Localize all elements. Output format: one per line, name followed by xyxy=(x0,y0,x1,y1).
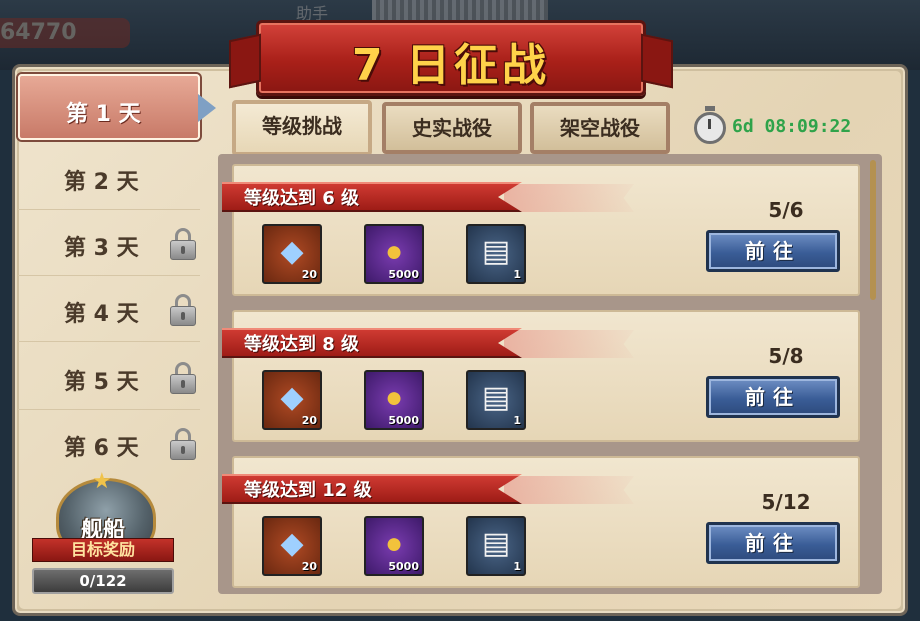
document-icon: ▤ xyxy=(481,381,511,414)
diamond-icon: ◆ xyxy=(280,235,304,268)
tab-historical-campaign[interactable]: 史实战役 xyxy=(382,102,522,154)
day-label: 第 4 天 xyxy=(64,302,139,327)
ship-reward-subtitle: 目标奖励 xyxy=(32,538,174,562)
task-title: 等级达到 8 级 xyxy=(222,328,522,358)
reward-count: 5000 xyxy=(388,414,419,427)
day-label: 第 3 天 xyxy=(64,236,139,261)
diamond-icon: ◆ xyxy=(280,381,304,414)
star-icon: ★ xyxy=(92,468,112,493)
timer-text: 6d 08:09:22 xyxy=(732,116,852,137)
reward-count: 5000 xyxy=(388,560,419,573)
reward-item[interactable]: ▤ 1 xyxy=(466,370,526,430)
arrow-right-icon xyxy=(198,94,216,122)
reward-item[interactable]: ◆ 20 xyxy=(262,370,322,430)
reward-item[interactable]: ● 5000 xyxy=(364,224,424,284)
day-tab-2[interactable]: 第 2 天 xyxy=(18,144,200,210)
ribbon-decoration xyxy=(504,330,634,358)
reward-item[interactable]: ▤ 1 xyxy=(466,516,526,576)
reward-count: 20 xyxy=(301,268,317,281)
gold-coins-icon: ● xyxy=(384,235,404,268)
diamond-icon: ◆ xyxy=(280,527,304,560)
lock-icon xyxy=(170,294,196,326)
reward-count: 20 xyxy=(301,414,317,427)
background-score: 64770 xyxy=(0,18,130,48)
countdown-timer: 6d 08:09:22 xyxy=(694,106,864,146)
day-tab-6[interactable]: 第 6 天 xyxy=(18,410,200,476)
day-tab-3[interactable]: 第 3 天 xyxy=(18,210,200,276)
reward-item[interactable]: ◆ 20 xyxy=(262,516,322,576)
reward-item[interactable]: ● 5000 xyxy=(364,516,424,576)
gold-coins-icon: ● xyxy=(384,381,404,414)
day-tab-1[interactable]: 第 1 天 xyxy=(18,74,216,140)
reward-item[interactable]: ● 5000 xyxy=(364,370,424,430)
lock-icon xyxy=(170,228,196,260)
tab-level-challenge[interactable]: 等级挑战 xyxy=(232,100,372,156)
task-list[interactable]: 等级达到 6 级 ◆ 20 ● 5000 ▤ 1 5/6 前往 等级达到 8 级… xyxy=(218,154,882,594)
ship-reward-button[interactable]: ★ 舰船 目标奖励 0/122 xyxy=(28,468,178,596)
go-button[interactable]: 前往 xyxy=(706,230,840,272)
task-progress: 5/8 xyxy=(768,344,804,368)
reward-count: 1 xyxy=(513,268,521,281)
reward-count: 1 xyxy=(513,560,521,573)
reward-item[interactable]: ▤ 1 xyxy=(466,224,526,284)
document-icon: ▤ xyxy=(481,235,511,268)
reward-count: 1 xyxy=(513,414,521,427)
lock-icon xyxy=(170,362,196,394)
reward-count: 5000 xyxy=(388,268,419,281)
ribbon-decoration xyxy=(504,184,634,212)
gold-coins-icon: ● xyxy=(384,527,404,560)
title-banner: 7 日征战 xyxy=(256,20,646,96)
day-tab-4[interactable]: 第 4 天 xyxy=(18,276,200,342)
day-label: 第 6 天 xyxy=(64,436,139,461)
reward-item[interactable]: ◆ 20 xyxy=(262,224,322,284)
task-card: 等级达到 6 级 ◆ 20 ● 5000 ▤ 1 5/6 前往 xyxy=(222,164,860,296)
task-card: 等级达到 8 级 ◆ 20 ● 5000 ▤ 1 5/8 前往 xyxy=(222,310,860,442)
task-progress: 5/12 xyxy=(761,490,811,514)
tab-fictional-campaign[interactable]: 架空战役 xyxy=(530,102,670,154)
go-button[interactable]: 前往 xyxy=(706,522,840,564)
day-label: 第 5 天 xyxy=(64,370,139,395)
scrollbar[interactable] xyxy=(870,160,876,300)
day-label: 第 2 天 xyxy=(64,170,139,195)
ribbon-decoration xyxy=(504,476,634,504)
task-title: 等级达到 12 级 xyxy=(222,474,522,504)
task-progress: 5/6 xyxy=(768,198,804,222)
document-icon: ▤ xyxy=(481,527,511,560)
day-tab-5[interactable]: 第 5 天 xyxy=(18,344,200,410)
task-title: 等级达到 6 级 xyxy=(222,182,522,212)
reward-count: 20 xyxy=(301,560,317,573)
stopwatch-icon xyxy=(694,106,726,144)
page-title: 7 日征战 xyxy=(352,40,550,91)
lock-icon xyxy=(170,428,196,460)
title-decoration xyxy=(372,0,548,20)
go-button[interactable]: 前往 xyxy=(706,376,840,418)
day-label: 第 1 天 xyxy=(66,102,141,127)
ship-reward-progress: 0/122 xyxy=(32,568,174,594)
task-card: 等级达到 12 级 ◆ 20 ● 5000 ▤ 1 5/12 前往 xyxy=(222,456,860,588)
